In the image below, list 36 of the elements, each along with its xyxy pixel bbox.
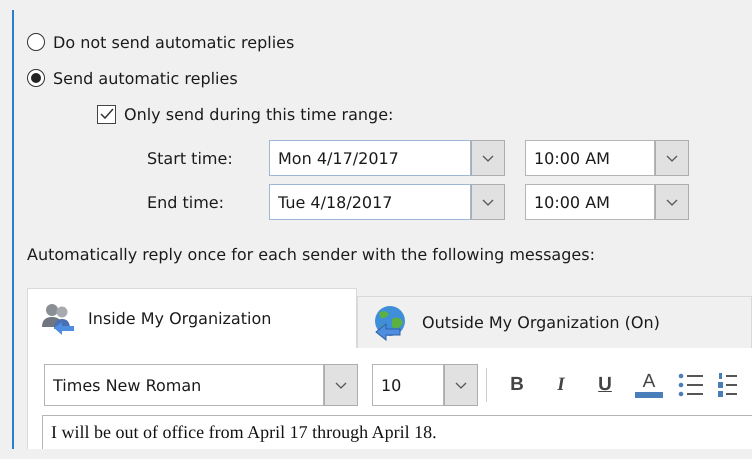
time-field[interactable]: 10:00 AM bbox=[525, 140, 655, 176]
tab[interactable]: Inside My Organization bbox=[27, 288, 357, 348]
caret-icon bbox=[455, 382, 467, 388]
font-color-button[interactable]: A bbox=[635, 372, 663, 398]
caret-icon bbox=[666, 198, 678, 206]
date-field[interactable]: Tue 4/18/2017 bbox=[269, 184, 471, 220]
italic-button[interactable]: I bbox=[539, 365, 583, 405]
dropdown-button[interactable] bbox=[444, 364, 478, 406]
radio-label: Do not send automatic replies bbox=[53, 32, 294, 52]
checkbox[interactable] bbox=[97, 104, 116, 124]
dropdown-button[interactable] bbox=[655, 140, 689, 176]
dropdown-button[interactable] bbox=[471, 140, 505, 176]
bullet-list-icon bbox=[677, 372, 705, 398]
caret-icon bbox=[482, 154, 494, 162]
caret-icon bbox=[482, 198, 494, 206]
caret-icon bbox=[666, 154, 678, 162]
bold-button[interactable]: B bbox=[495, 365, 539, 405]
time-field[interactable]: 10:00 AM bbox=[525, 184, 655, 220]
numbered-list-icon bbox=[717, 372, 737, 398]
date-field[interactable]: Mon 4/17/2017 bbox=[269, 140, 471, 176]
dropdown-button[interactable] bbox=[471, 184, 505, 220]
underline-button[interactable]: U bbox=[583, 365, 627, 405]
field-label: End time: bbox=[147, 192, 226, 212]
radio-button[interactable] bbox=[27, 33, 45, 51]
checkbox-label: Only send during this time range: bbox=[124, 104, 394, 124]
dropdown-button[interactable] bbox=[324, 364, 358, 406]
radio-button[interactable] bbox=[27, 69, 45, 87]
radio-label: Send automatic replies bbox=[53, 68, 238, 88]
dropdown-button[interactable] bbox=[655, 184, 689, 220]
message-editor[interactable]: I will be out of office from April 17 through April 18. bbox=[42, 415, 752, 449]
font-name-field[interactable]: Times New Roman bbox=[44, 364, 324, 406]
caret-icon bbox=[335, 382, 347, 388]
tab[interactable]: Outside My Organization (On) bbox=[357, 296, 752, 348]
font-size-field[interactable]: 10 bbox=[372, 364, 444, 406]
field-label: Start time: bbox=[147, 148, 234, 168]
section-label: Automatically reply once for each sender with the following messages: bbox=[27, 244, 596, 266]
